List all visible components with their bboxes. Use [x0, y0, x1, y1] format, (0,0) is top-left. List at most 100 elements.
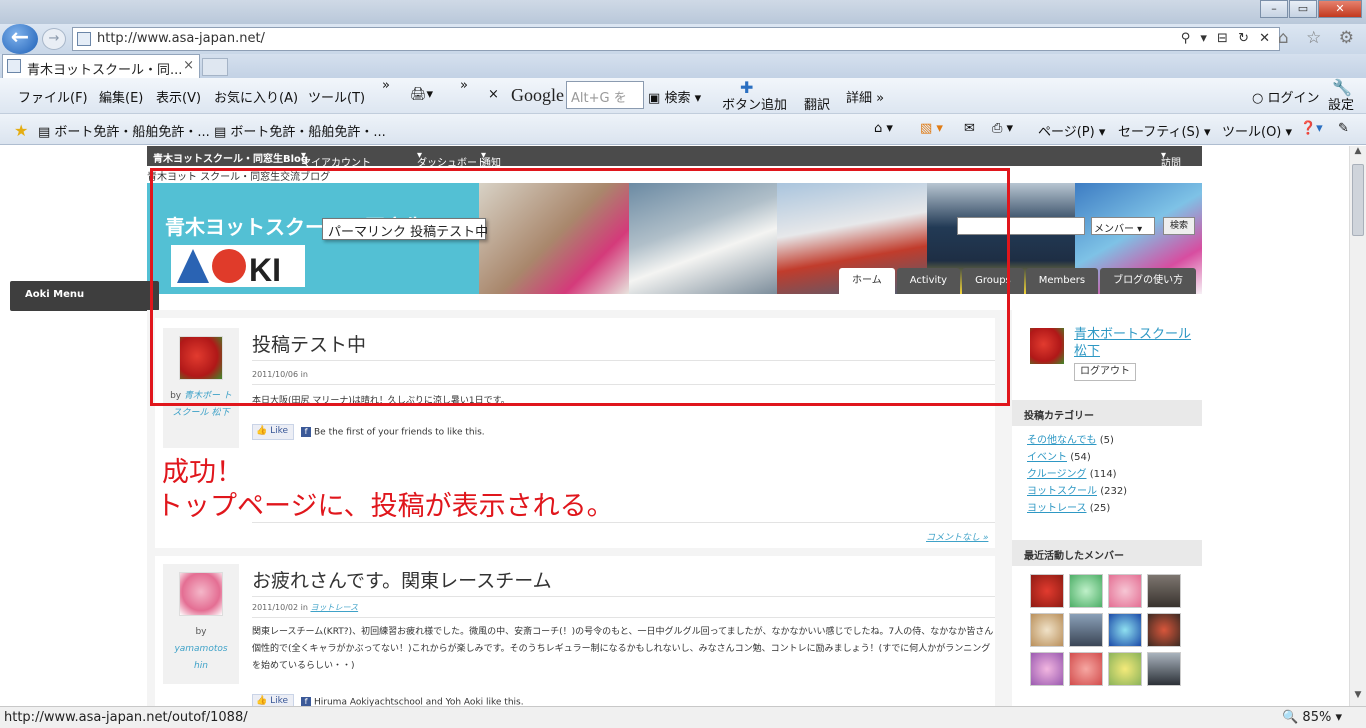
member-avatar[interactable]	[1147, 652, 1181, 686]
zoom-control[interactable]: 🔍 85% ▾	[1282, 710, 1342, 725]
menu-tools-2[interactable]: ツール(O) ▾	[1222, 121, 1292, 140]
favorite-link-2[interactable]: ▤ ボート免許・船舶免許・...	[214, 121, 386, 140]
logout-button[interactable]: ログアウト	[1074, 363, 1136, 381]
nav-members[interactable]: Members	[1025, 268, 1099, 294]
admin-site-title[interactable]: 青木ヨットスクール・同窓生Blog	[153, 150, 308, 165]
facebook-icon: f	[301, 427, 311, 437]
print-icon[interactable]: ⎙ ▾	[992, 121, 1013, 136]
admin-visit[interactable]: 訪問 ▾	[1161, 150, 1181, 169]
menu-safety[interactable]: セーフティ(S) ▾	[1118, 121, 1211, 140]
tools-label: ツール(O)	[1222, 125, 1282, 140]
post-title[interactable]: お疲れさんです。関東レースチーム	[252, 566, 552, 593]
category-count: (114)	[1089, 469, 1117, 480]
new-tab-button[interactable]	[202, 58, 228, 76]
google-search-input[interactable]: Alt+G を	[566, 81, 644, 109]
menu-favorites[interactable]: お気に入り(A)	[214, 87, 298, 106]
status-link-url: http://www.asa-japan.net/outof/1088/	[4, 710, 248, 725]
rss-icon[interactable]: ▧ ▾	[920, 121, 943, 136]
translate-button[interactable]: 翻訳	[804, 94, 830, 113]
minimize-button[interactable]: –	[1260, 0, 1288, 18]
admin-my-account[interactable]: マイアカウント ▾	[301, 150, 371, 169]
category-link[interactable]: ヨットレース	[1027, 503, 1087, 514]
menu-file[interactable]: ファイル(F)	[18, 87, 88, 106]
author-line-3: 松下	[211, 408, 230, 418]
address-url[interactable]: http://www.asa-japan.net/	[97, 31, 265, 46]
favorite-link-1[interactable]: ▤ ボート免許・船舶免許・...	[38, 121, 210, 140]
tab-title[interactable]: 青木ヨットスクール・同...	[27, 59, 182, 78]
scroll-up-icon[interactable]: ▲	[1350, 146, 1366, 162]
current-user-avatar[interactable]	[1030, 328, 1064, 364]
member-avatar[interactable]	[1069, 613, 1103, 647]
login-button[interactable]: ○ ログイン	[1252, 87, 1320, 106]
add-button-label[interactable]: ボタン追加	[722, 94, 787, 113]
post-category-link[interactable]: ヨットレース	[311, 603, 359, 612]
member-avatar[interactable]	[1108, 574, 1142, 608]
member-avatar[interactable]	[1030, 613, 1064, 647]
chevron-more-icon-2[interactable]: »	[460, 78, 468, 93]
close-window-button[interactable]: ✕	[1318, 0, 1362, 18]
favorites-star-icon[interactable]: ★	[14, 121, 28, 140]
post-author-link[interactable]: yamamotos hin	[174, 644, 227, 671]
home-favorites-tools-icons[interactable]: ⌂ ☆ ⚙	[1278, 28, 1360, 48]
forward-button[interactable]: →	[42, 28, 66, 50]
comments-link[interactable]: コメントなし »	[926, 530, 988, 543]
back-button[interactable]: ←	[2, 24, 38, 54]
category-item: ヨットレース (25)	[1027, 500, 1127, 517]
chevron-more-icon[interactable]: »	[382, 78, 390, 93]
address-bar[interactable]: http://www.asa-japan.net/ ⚲ ▾ ⊟ ↻ ✕	[72, 27, 1280, 51]
member-avatar[interactable]	[1147, 574, 1181, 608]
details-button[interactable]: 詳細 »	[846, 87, 884, 106]
site-search-select[interactable]: メンバー ▾	[1091, 217, 1155, 235]
member-avatar[interactable]	[1108, 652, 1142, 686]
tab-close-icon[interactable]: ×	[183, 58, 194, 73]
divider	[252, 596, 995, 597]
safety-label: セーフティ(S)	[1118, 125, 1200, 140]
help-icon[interactable]: ❓▾	[1300, 121, 1323, 136]
aoki-menu-button[interactable]: Aoki Menu	[10, 281, 159, 311]
like-label: Like	[270, 426, 289, 436]
admin-notifications[interactable]: 通知 ▾	[481, 150, 501, 169]
category-count: (232)	[1100, 486, 1128, 497]
mail-icon[interactable]: ✉	[964, 121, 975, 136]
fb-like-button[interactable]: 👍 Like	[252, 694, 294, 706]
member-avatar[interactable]	[1069, 652, 1103, 686]
member-avatar[interactable]	[1147, 613, 1181, 647]
nav-howto[interactable]: ブログの使い方	[1100, 268, 1197, 294]
category-link[interactable]: ヨットスクール	[1027, 486, 1097, 497]
menu-page[interactable]: ページ(P) ▾	[1038, 121, 1105, 140]
menu-view[interactable]: 表示(V)	[156, 87, 201, 106]
vertical-scrollbar[interactable]: ▲ ▼	[1349, 146, 1366, 706]
member-avatar[interactable]	[1030, 574, 1064, 608]
category-link[interactable]: クルージング	[1027, 469, 1087, 480]
scroll-down-icon[interactable]: ▼	[1350, 690, 1366, 706]
toolbar-close-icon[interactable]: ×	[488, 87, 499, 102]
member-avatar[interactable]	[1108, 613, 1142, 647]
member-avatar[interactable]	[1030, 652, 1064, 686]
current-user-name[interactable]: 青木ボートスクール 松下	[1074, 326, 1191, 360]
menu-edit[interactable]: 編集(E)	[99, 87, 143, 106]
search-label: 検索	[664, 91, 691, 106]
fb-like-button[interactable]: 👍 Like	[252, 424, 294, 440]
post-author-avatar: by yamamotos hin	[163, 564, 239, 684]
category-item: ヨットスクール (232)	[1027, 483, 1127, 500]
fb-like-text: f Be the first of your friends to like th…	[301, 427, 485, 438]
tab-active[interactable]: 青木ヨットスクール・同... ×	[2, 54, 200, 78]
like-label: Like	[270, 696, 289, 706]
admin-dashboard[interactable]: ダッシュボード ▾	[417, 150, 487, 169]
tab-favicon-icon	[7, 59, 21, 73]
maximize-button[interactable]: ▭	[1289, 0, 1317, 18]
member-avatar[interactable]	[1069, 574, 1103, 608]
search-select-value: メンバー	[1094, 224, 1134, 235]
category-link[interactable]: イベント	[1027, 452, 1067, 463]
cartoon-avatar[interactable]	[179, 572, 223, 616]
like-names-label: Hiruma Aokiyachtschool and Yoh Aoki like…	[314, 697, 524, 707]
site-search-button[interactable]: 検索	[1163, 217, 1195, 235]
home-icon[interactable]: ⌂ ▾	[874, 121, 893, 136]
research-icon[interactable]: ✎	[1338, 121, 1349, 136]
scrollbar-thumb[interactable]	[1352, 164, 1364, 236]
menu-tools[interactable]: ツール(T)	[308, 87, 365, 106]
category-link[interactable]: その他なんでも	[1027, 435, 1097, 446]
address-actions-icons[interactable]: ⚲ ▾ ⊟ ↻ ✕	[1181, 31, 1273, 46]
printer-toolbar-icon[interactable]: 🖨▾	[410, 87, 433, 102]
google-search-button[interactable]: ▣ 検索 ▾	[648, 87, 701, 106]
